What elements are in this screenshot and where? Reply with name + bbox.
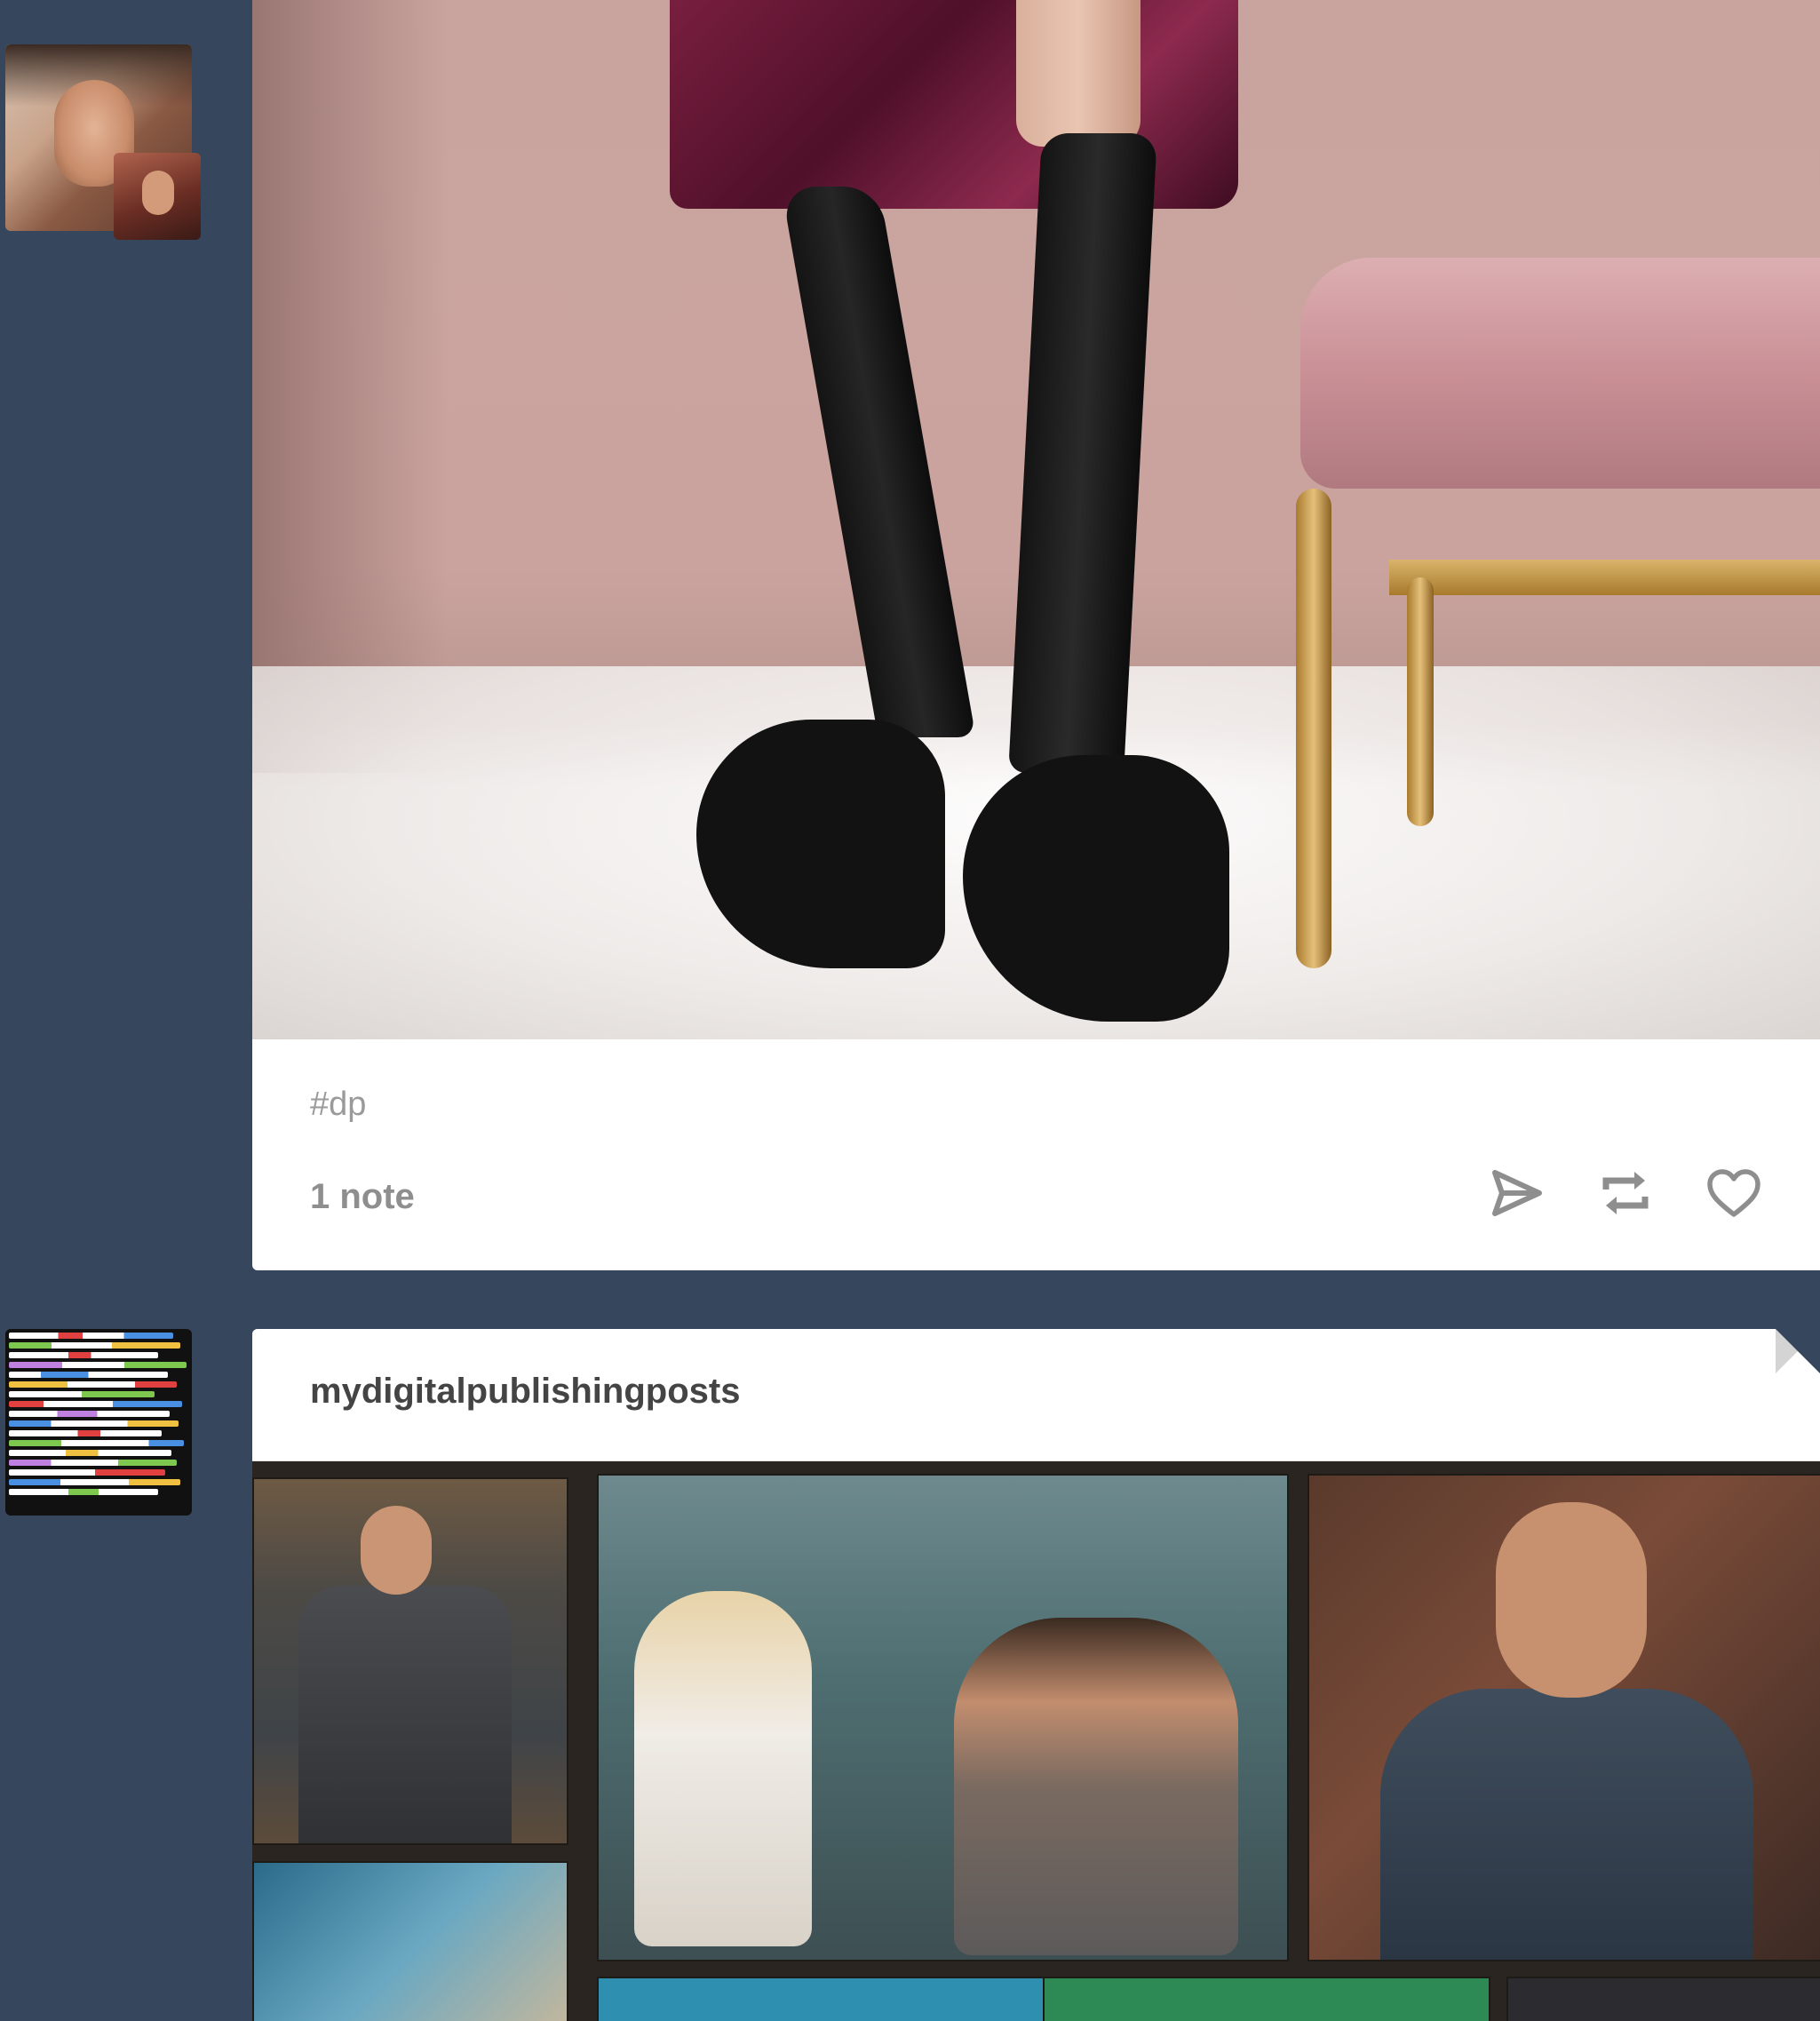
photo-suit [298, 1586, 512, 1843]
avatar-code-line [9, 1440, 185, 1446]
photo-body [1380, 1689, 1753, 1960]
post-card: #dp 1 note [252, 0, 1820, 1270]
send-icon [1492, 1170, 1542, 1216]
collage-panel [252, 1861, 568, 2021]
photo-bench-leg [1407, 577, 1434, 826]
avatar-code-line [9, 1352, 158, 1358]
avatar-code-line [9, 1469, 166, 1476]
collage-panel [597, 1474, 1289, 1961]
avatar-code-line [9, 1430, 163, 1436]
blog-avatar[interactable] [5, 1329, 192, 1516]
collage-panel [252, 1477, 568, 1845]
photo-woman [634, 1591, 812, 1946]
photo-bench-rail [1389, 560, 1820, 595]
avatar-code-line [9, 1391, 155, 1397]
collage-panel [1043, 1977, 1490, 2021]
avatar-code-line [9, 1460, 177, 1466]
photo-head [1496, 1502, 1647, 1698]
avatar-code-line [9, 1362, 187, 1368]
post-photo[interactable] [252, 1461, 1820, 2021]
avatar-code-line [9, 1342, 181, 1349]
avatar-code-line [9, 1333, 173, 1339]
reblog-icon [1602, 1172, 1649, 1214]
post-tag[interactable]: #dp [310, 1086, 366, 1124]
collage-panel [597, 1977, 1045, 2021]
photo-man [954, 1618, 1238, 1955]
avatar-code-line [9, 1401, 183, 1407]
post-actions [1490, 1166, 1761, 1221]
photo-bench-leg [1296, 489, 1331, 968]
avatar-face [142, 171, 174, 215]
photo-leg [781, 187, 976, 737]
photo-head [361, 1506, 432, 1595]
collage-panel [1307, 1474, 1820, 1961]
dashboard: #dp 1 note mydigitalpublishingposts [0, 0, 1820, 2021]
post-fold-mask [1776, 1329, 1820, 1373]
reblog-source-avatar[interactable] [114, 153, 201, 240]
avatar-code-line [9, 1411, 170, 1417]
like-button[interactable] [1706, 1166, 1761, 1221]
post-photo[interactable] [252, 0, 1820, 1039]
note-count[interactable]: 1 note [310, 1177, 415, 1217]
heart-icon [1707, 1169, 1760, 1217]
reblog-button[interactable] [1598, 1166, 1653, 1221]
share-button[interactable] [1490, 1166, 1545, 1221]
photo-wall-shadow [252, 0, 448, 773]
collage-panel [1506, 1977, 1820, 2021]
avatar-code-line [9, 1450, 171, 1456]
post-footer: #dp 1 note [252, 1039, 1820, 1270]
blog-name-link[interactable]: mydigitalpublishingposts [310, 1372, 740, 1412]
post-header: mydigitalpublishingposts [252, 1329, 1820, 1461]
photo-bench-seat [1300, 258, 1820, 489]
avatar-code-line [9, 1420, 179, 1427]
photo-skin [1016, 0, 1140, 147]
avatar-code-line [9, 1479, 181, 1485]
avatar-code-line [9, 1381, 177, 1388]
post-card: mydigitalpublishingposts [252, 1329, 1820, 2021]
avatar-code-line [9, 1372, 168, 1378]
avatar-code-line [9, 1489, 158, 1495]
